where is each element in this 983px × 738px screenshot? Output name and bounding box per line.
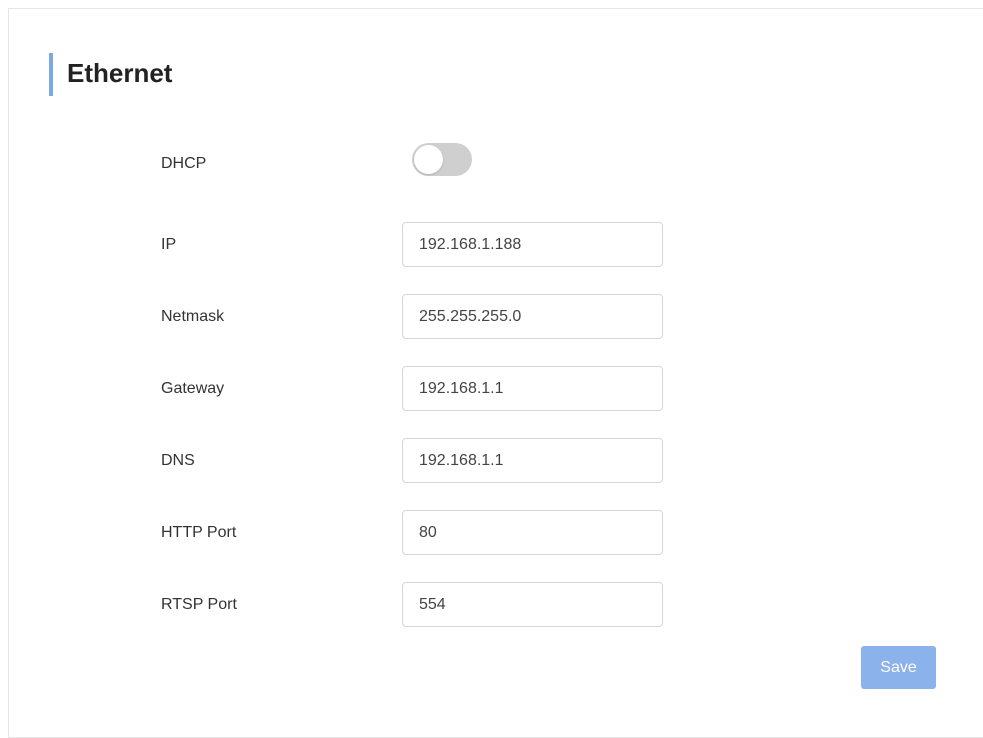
dns-label: DNS [161, 452, 195, 469]
http-port-input[interactable] [402, 510, 663, 555]
dhcp-label: DHCP [161, 155, 207, 172]
ip-input[interactable] [402, 222, 663, 267]
section-title-accent [49, 53, 53, 96]
ip-label: IP [161, 236, 177, 253]
rtsp-port-input[interactable] [402, 582, 663, 627]
http-port-label: HTTP Port [161, 524, 237, 541]
dns-input[interactable] [402, 438, 663, 483]
netmask-input[interactable] [402, 294, 663, 339]
dhcp-toggle-knob [414, 145, 443, 174]
gateway-input[interactable] [402, 366, 663, 411]
netmask-label: Netmask [161, 308, 225, 325]
dhcp-toggle[interactable] [412, 143, 472, 176]
gateway-label: Gateway [161, 380, 225, 397]
save-button[interactable]: Save [861, 646, 936, 689]
rtsp-port-label: RTSP Port [161, 596, 237, 613]
section-title: Ethernet [67, 58, 173, 88]
